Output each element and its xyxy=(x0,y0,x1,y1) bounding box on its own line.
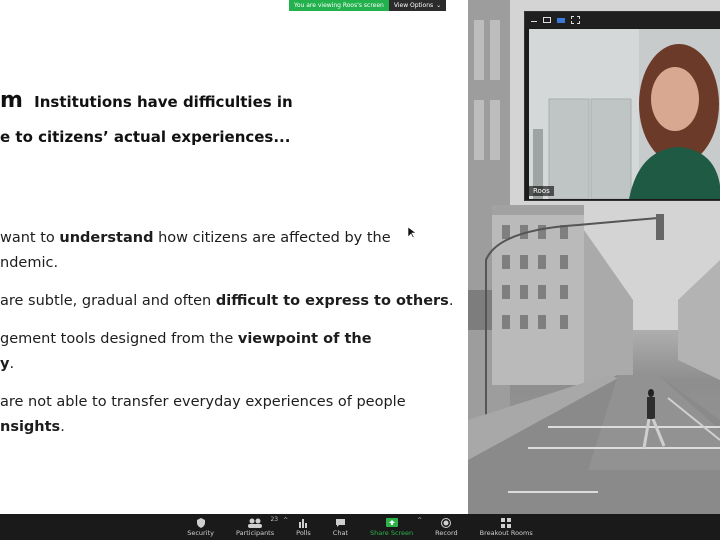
shared-slide: m Institutions have difficulties in e to… xyxy=(0,0,468,514)
speaker-video-svg xyxy=(529,29,720,199)
video-tile-toolbar xyxy=(525,12,720,28)
breakout-rooms-icon xyxy=(501,517,512,528)
bullet-line-7: nsights. xyxy=(0,419,65,435)
participant-video-tile[interactable]: Roos xyxy=(524,11,720,201)
bullet-line-3: are subtle, gradual and often difficult … xyxy=(0,293,454,309)
title-text-1: Institutions have difficulties in xyxy=(34,93,293,111)
view-options-button[interactable]: View Options ⌄ xyxy=(388,0,447,11)
single-view-icon[interactable] xyxy=(543,17,551,23)
title-prefix: m xyxy=(0,88,23,113)
participants-caret-icon[interactable]: ^ xyxy=(283,517,288,524)
chevron-down-icon: ⌄ xyxy=(436,2,442,9)
participants-count-badge: 23 xyxy=(270,516,279,523)
meeting-toolbar: Security 23 Participants ^ Polls Chat Sh… xyxy=(0,514,720,540)
minimize-icon[interactable] xyxy=(531,21,537,22)
bullet-line-1: want to understand how citizens are affe… xyxy=(0,230,391,246)
viewing-screen-label: You are viewing Roos's screen xyxy=(289,0,389,11)
record-icon xyxy=(441,517,452,528)
viewing-banner: You are viewing Roos's screen View Optio… xyxy=(289,0,447,11)
bullet-line-6: are not able to transfer everyday experi… xyxy=(0,394,406,410)
participants-icon xyxy=(248,518,263,528)
slide-title-line-2: e to citizens’ actual experiences... xyxy=(0,128,291,146)
participants-button[interactable]: 23 Participants ^ xyxy=(236,514,288,540)
breakout-rooms-button[interactable]: Breakout Rooms xyxy=(480,514,533,540)
chat-button[interactable]: Chat xyxy=(333,514,348,540)
share-caret-icon[interactable]: ^ xyxy=(417,517,422,524)
gallery-view-icon[interactable] xyxy=(571,16,580,24)
record-button[interactable]: Record xyxy=(435,514,458,540)
bullet-line-5: y. xyxy=(0,356,15,372)
shield-icon xyxy=(196,517,205,528)
polls-icon xyxy=(299,518,308,528)
bullet-line-4: gement tools designed from the viewpoint… xyxy=(0,331,372,347)
chat-icon xyxy=(335,518,345,527)
share-screen-icon xyxy=(385,517,398,527)
share-screen-button[interactable]: Share Screen ^ xyxy=(370,514,422,540)
participant-name-tag: Roos xyxy=(529,186,554,196)
slide-title-line-1: m Institutions have difficulties in xyxy=(0,88,293,113)
mouse-cursor-icon xyxy=(408,227,416,239)
bullet-line-2: ndemic. xyxy=(0,255,59,271)
polls-button[interactable]: Polls xyxy=(296,514,311,540)
speaker-view-icon[interactable] xyxy=(557,17,565,23)
security-button[interactable]: Security xyxy=(187,514,214,540)
video-feed xyxy=(529,29,720,199)
